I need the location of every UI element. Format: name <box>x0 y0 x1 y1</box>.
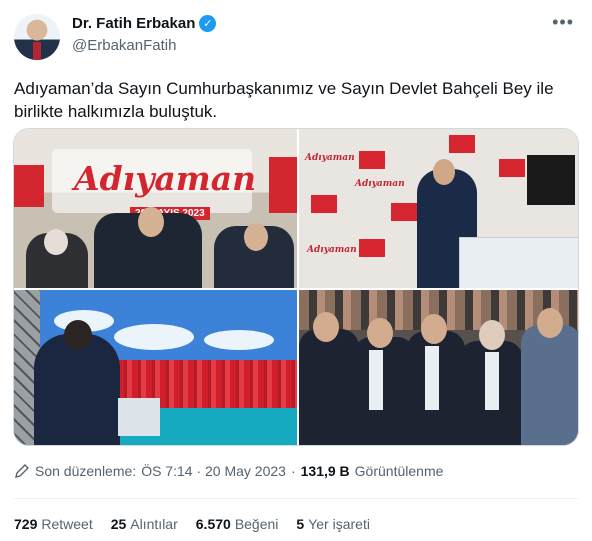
stat-label: Alıntılar <box>130 516 178 532</box>
divider <box>14 498 578 499</box>
author-handle[interactable]: @ErbakanFatih <box>72 37 176 54</box>
cloud <box>204 330 274 350</box>
wall-label: Adıyaman <box>355 179 405 189</box>
shirt <box>485 352 499 410</box>
stat-count: 6.570 <box>195 516 231 532</box>
stat-label: Beğeni <box>234 516 279 532</box>
stat-label: Retweet <box>41 516 93 532</box>
cloud <box>114 324 194 350</box>
person-figure <box>353 337 415 445</box>
avatar[interactable] <box>14 14 60 60</box>
tweet-text-line-2: birlikte halkımızla buluştuk. <box>14 102 218 121</box>
person-head <box>244 223 268 251</box>
tweet-meta: Son düzenleme: ÖS 7:14 · 20 May 2023 · 1… <box>14 463 443 479</box>
photo-4[interactable] <box>299 290 578 445</box>
person-head <box>537 308 563 338</box>
stat-count: 729 <box>14 516 38 532</box>
tweet-text: Adıyaman’da Sayın Cumhurbaşkanımız ve Sa… <box>14 77 574 123</box>
meta-separator: · <box>290 463 296 479</box>
person-figure <box>34 334 120 445</box>
flag-tile <box>359 239 385 257</box>
person-head <box>367 318 393 348</box>
flag-decoration <box>269 157 297 213</box>
stat-count: 5 <box>296 516 305 532</box>
photo-2[interactable]: Adıyaman Adıyaman Adıyaman <box>299 129 578 288</box>
person-figure <box>299 329 359 445</box>
flag-tile <box>449 135 475 153</box>
tweet-text-line-1: Adıyaman’da Sayın Cumhurbaşkanımız ve Sa… <box>14 79 554 98</box>
author-name-row: Dr. Fatih Erbakan ✓ <box>72 15 217 32</box>
photo-1[interactable]: Adıyaman 20 MAYIS 2023 <box>14 129 297 288</box>
loudspeaker <box>527 155 575 205</box>
edit-pencil-icon <box>15 464 29 478</box>
wall-label: Adıyaman <box>305 153 355 163</box>
wall-label: Adıyaman <box>307 245 357 255</box>
shirt <box>369 350 383 410</box>
timestamp[interactable]: ÖS 7:14 · 20 May 2023 <box>141 463 286 479</box>
tweet-stats: 729 Retweet 25 Alıntılar 6.570 Beğeni 5 Yer … <box>14 516 370 532</box>
person-head <box>138 207 164 237</box>
views-count: 131,9 B <box>300 463 350 479</box>
person-figure <box>521 325 578 445</box>
person-head <box>313 312 339 342</box>
views-label: Görüntülenme <box>354 463 444 479</box>
shirt <box>425 346 439 410</box>
person-head <box>64 320 92 350</box>
tweet-header: Dr. Fatih Erbakan ✓ @ErbakanFatih ••• <box>14 12 578 62</box>
flag-tile <box>499 159 525 177</box>
person-head <box>44 229 68 255</box>
media-grid: Adıyaman 20 MAYIS 2023 Adıyaman Adıyaman… <box>13 128 579 446</box>
flag-tile <box>359 151 385 169</box>
author-name[interactable]: Dr. Fatih Erbakan <box>72 15 195 32</box>
stat-likes[interactable]: 6.570 Beğeni <box>196 516 279 532</box>
podium <box>459 237 578 288</box>
speaker-head <box>433 159 455 185</box>
person-head <box>421 314 447 344</box>
podium <box>118 398 160 436</box>
flag-tile <box>391 203 417 221</box>
stat-bookmarks[interactable]: 5 Yer işareti <box>296 516 370 532</box>
person-head <box>479 320 505 350</box>
stat-label: Yer işareti <box>308 516 370 532</box>
stat-quotes[interactable]: 25 Alıntılar <box>111 516 178 532</box>
more-options-icon[interactable]: ••• <box>552 12 574 33</box>
edited-label[interactable]: Son düzenleme: <box>35 463 136 479</box>
stat-count: 25 <box>110 516 127 532</box>
photo-3[interactable] <box>14 290 297 445</box>
flag-tile <box>311 195 337 213</box>
stat-retweets[interactable]: 729 Retweet <box>14 516 93 532</box>
flag-decoration <box>14 165 44 207</box>
photo-banner-title: Adıyaman <box>74 159 257 198</box>
verified-badge-icon: ✓ <box>199 15 217 32</box>
